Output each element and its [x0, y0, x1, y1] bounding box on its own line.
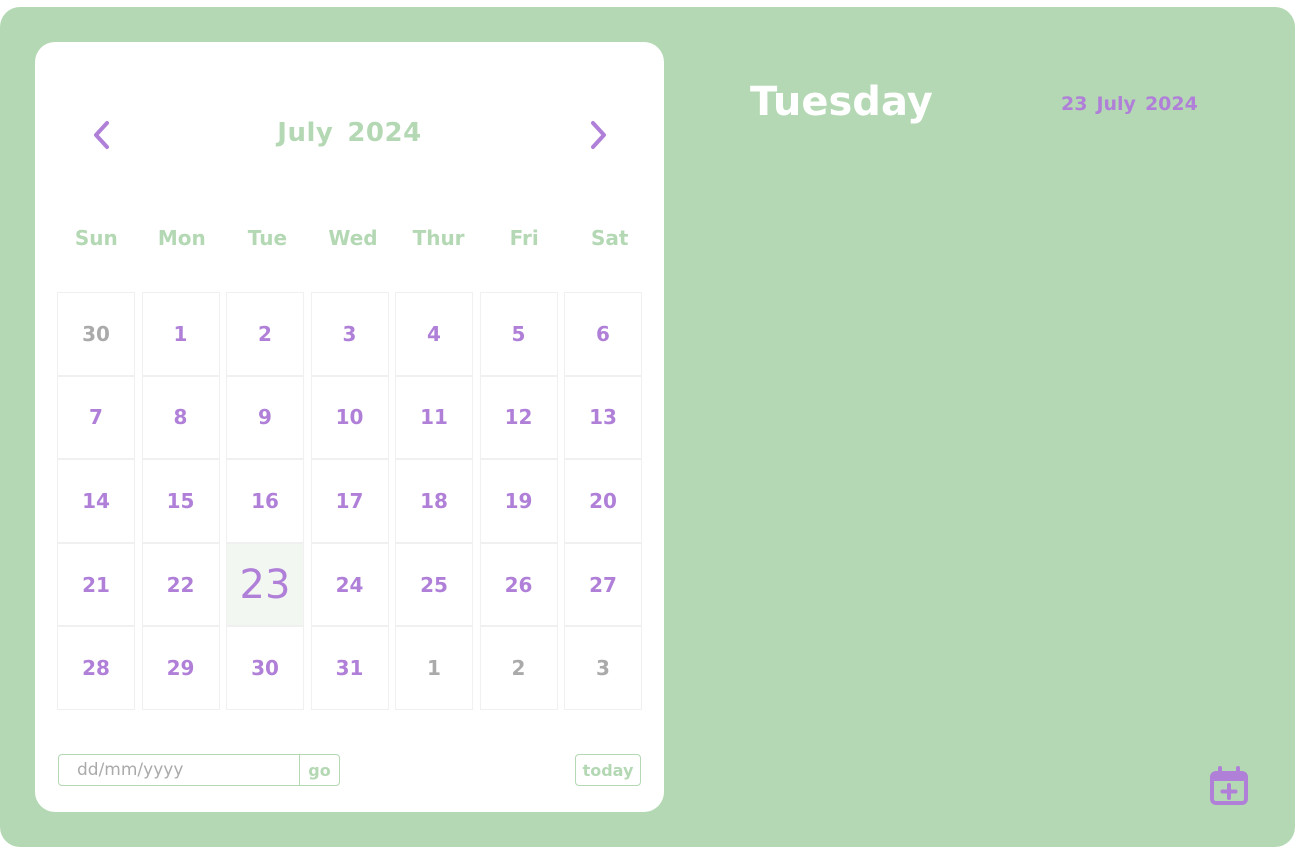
day-cell[interactable]: 15	[141, 459, 220, 543]
weekday-label: Sun	[74, 226, 118, 250]
day-cell[interactable]: 8	[141, 375, 220, 460]
selected-month: July	[1096, 93, 1136, 115]
day-cell[interactable]: 11	[395, 375, 473, 460]
day-cell[interactable]: 13	[564, 375, 642, 460]
weekday-label: Thur	[412, 226, 465, 250]
day-cell-other-month[interactable]: 2	[479, 626, 558, 710]
month-year-label: July 2024	[35, 118, 664, 148]
day-cell[interactable]: 3	[310, 292, 389, 376]
day-cell[interactable]: 27	[564, 542, 642, 627]
weekday-label: Mon	[157, 226, 206, 250]
day-cell[interactable]: 22	[141, 542, 220, 627]
app-container: July 2024 Sun Mon Tue Wed Thur Fri Sat 30 1 2 3 4 5 6…	[0, 7, 1295, 847]
day-cell[interactable]: 30	[226, 626, 304, 710]
date-input[interactable]	[59, 755, 299, 785]
next-month-button[interactable]	[583, 120, 613, 150]
day-cell[interactable]: 16	[226, 459, 304, 543]
day-cell-other-month[interactable]: 1	[395, 626, 473, 710]
day-cell[interactable]: 5	[479, 292, 558, 376]
day-cell[interactable]: 12	[479, 375, 558, 460]
chevron-right-icon	[591, 121, 606, 149]
day-cell[interactable]: 6	[564, 292, 642, 376]
calendar-footer: go today	[58, 754, 641, 786]
day-cell-other-month[interactable]: 30	[57, 292, 135, 376]
day-cell[interactable]: 9	[226, 375, 304, 460]
add-event-button[interactable]	[1208, 765, 1250, 807]
day-cell[interactable]: 28	[57, 626, 135, 710]
day-cell[interactable]: 14	[57, 459, 135, 543]
day-cell[interactable]: 25	[395, 542, 473, 627]
goto-date-form: go	[58, 754, 340, 786]
day-cell[interactable]: 1	[141, 292, 220, 376]
day-cell[interactable]: 7	[57, 375, 135, 460]
year-label: 2024	[347, 118, 422, 148]
day-cell[interactable]: 17	[310, 459, 389, 543]
day-cell-today[interactable]: 23	[226, 542, 304, 627]
today-button[interactable]: today	[575, 754, 641, 786]
selected-year: 2024	[1144, 93, 1198, 115]
day-cell[interactable]: 2	[226, 292, 304, 376]
days-grid: 30 1 2 3 4 5 6 7 8 9 10 11 12 13 14 15 16 17 18 19 20 21 22 23 2…	[57, 292, 642, 710]
calendar-card: July 2024 Sun Mon Tue Wed Thur Fri Sat 30 1 2 3 4 5 6…	[35, 42, 664, 812]
calendar-header: July 2024	[35, 112, 664, 156]
day-cell-other-month[interactable]: 3	[564, 626, 642, 710]
day-cell[interactable]: 10	[310, 375, 389, 460]
go-button[interactable]: go	[299, 755, 339, 785]
day-cell[interactable]: 21	[57, 542, 135, 627]
weekday-label: Wed	[328, 226, 378, 250]
day-cell[interactable]: 29	[141, 626, 220, 710]
day-cell[interactable]: 19	[479, 459, 558, 543]
selected-day-number: 23	[1061, 93, 1088, 115]
month-label: July	[277, 118, 334, 148]
day-cell[interactable]: 20	[564, 459, 642, 543]
weekday-label: Tue	[247, 226, 288, 250]
day-cell[interactable]: 18	[395, 459, 473, 543]
selected-day-name: Tuesday	[750, 79, 933, 125]
selected-full-date: 23 July 2024	[1061, 93, 1198, 115]
day-cell[interactable]: 31	[310, 626, 389, 710]
weekday-label: Sat	[590, 226, 629, 250]
calendar-plus-icon	[1210, 766, 1248, 805]
weekday-label: Fri	[509, 226, 539, 250]
day-cell[interactable]: 24	[310, 542, 389, 627]
day-cell[interactable]: 26	[479, 542, 558, 627]
weekday-header-row: Sun Mon Tue Wed Thur Fri Sat	[57, 226, 649, 256]
day-cell[interactable]: 4	[395, 292, 473, 376]
